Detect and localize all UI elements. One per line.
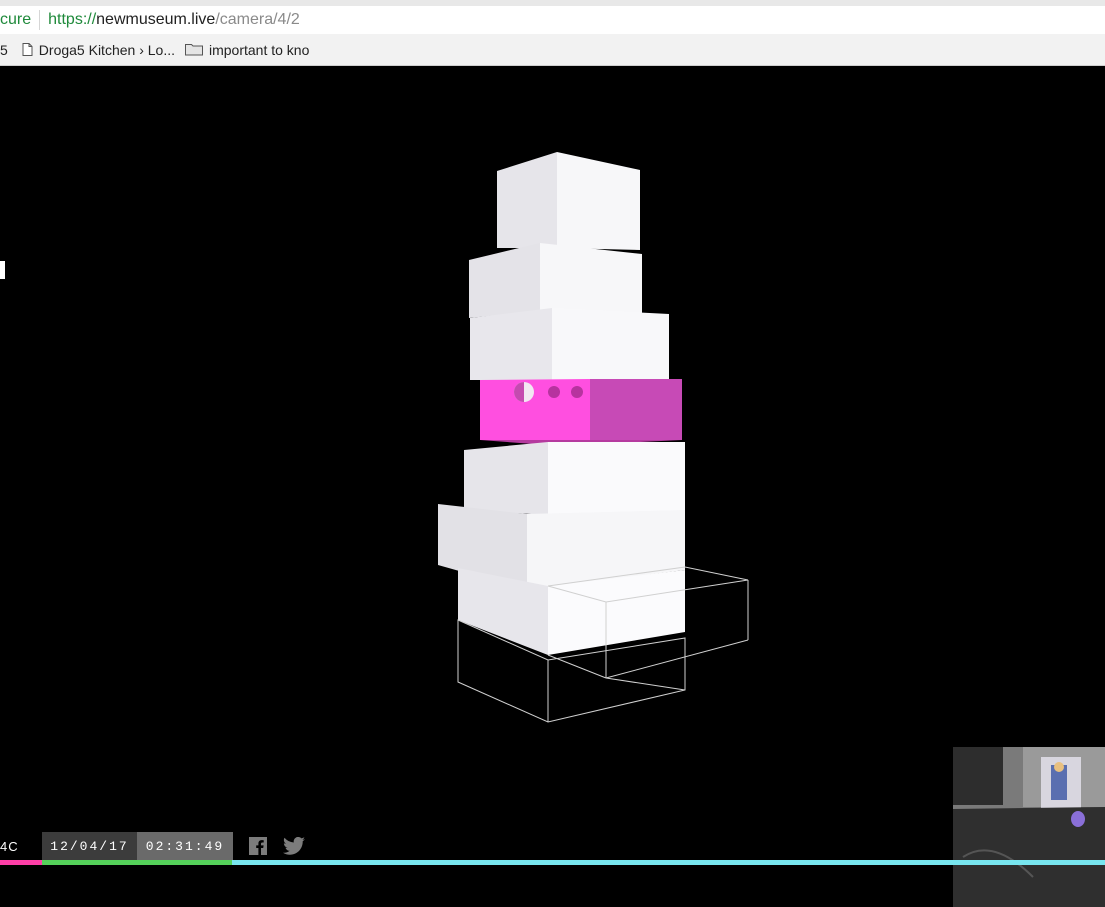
address-separator [39,10,41,30]
camera-viewport[interactable] [0,66,1105,907]
bookmark-cut-item[interactable]: 5 [0,42,8,58]
secure-label: cure [0,11,32,28]
camera-preview-thumbnail[interactable] [953,747,1105,907]
bookmark-droga5[interactable]: Droga5 Kitchen › Lo... [22,42,175,58]
temperature-readout: 4C [0,838,19,854]
stripe-segment-green [42,860,232,865]
bookmark-label: important to kno [208,41,310,58]
color-stripe [0,860,1105,865]
url-host: newmuseum.live [96,11,216,28]
status-bar: 4C 12/04/17 02:31:49 [0,832,1105,860]
bookmark-folder-important[interactable]: important to kno [184,41,310,58]
url-path: /camera/4/2 [215,11,300,28]
facebook-icon[interactable] [249,837,267,855]
bookmarks-bar: 5 Droga5 Kitchen › Lo... important to kn… [0,34,1105,66]
url-text[interactable]: https://newmuseum.live/camera/4/2 [48,11,300,29]
time-readout: 02:31:49 [137,832,233,860]
address-bar[interactable]: cure https://newmuseum.live/camera/4/2 [0,0,1105,34]
stripe-segment-magenta [0,860,42,865]
date-readout: 12/04/17 [42,832,137,860]
url-protocol: https:// [48,11,97,28]
gallery-camera-image [953,747,1105,907]
bookmark-label: Droga5 Kitchen › Lo... [38,41,175,58]
3d-tower-scene[interactable] [0,66,1105,865]
twitter-icon[interactable] [283,837,305,855]
stripe-segment-cyan [232,860,1105,865]
folder-icon [184,44,203,56]
social-links [249,837,305,855]
page-icon [22,43,33,56]
